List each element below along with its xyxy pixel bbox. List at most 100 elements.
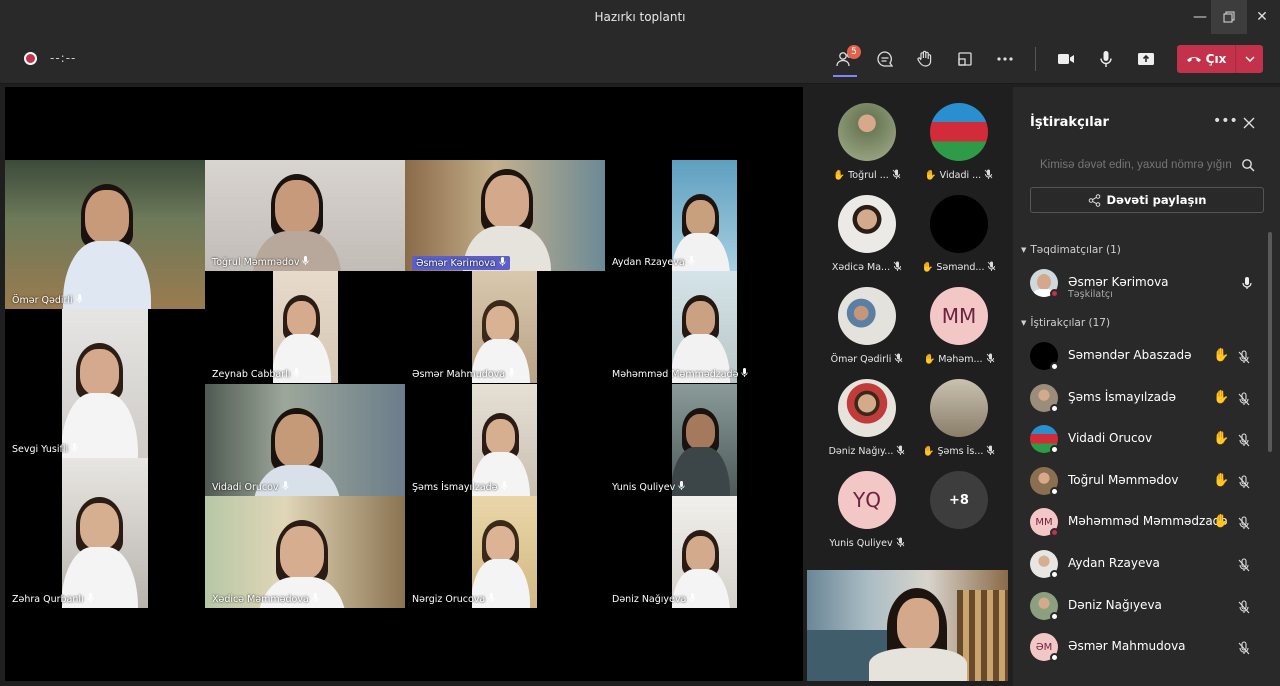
raised-hand-icon: ✋	[923, 354, 936, 365]
video-tile-name: Nərgiz Orucova	[412, 593, 495, 605]
panel-more-icon[interactable]: •••	[1213, 113, 1238, 129]
more-actions-button[interactable]	[990, 44, 1020, 74]
video-tile[interactable]	[672, 271, 737, 383]
presence-status-icon	[1050, 362, 1059, 371]
video-tile[interactable]	[205, 496, 405, 608]
participant-card[interactable]: YQ Yunis Quliyev	[822, 471, 912, 561]
participant-card[interactable]: Dəniz Nağıy...	[822, 379, 912, 469]
self-view-video[interactable]	[807, 570, 1008, 681]
restore-icon[interactable]	[1211, 0, 1247, 34]
video-tile[interactable]	[672, 496, 737, 608]
attendee-row[interactable]: Dəniz Nağıyeva	[1030, 589, 1262, 623]
attendee-row[interactable]: MM Məhəmməd Məmmədzadə ✋	[1030, 505, 1262, 539]
microphone-icon	[500, 481, 508, 493]
participant-name: Zəhra Qurbanlı	[12, 593, 84, 605]
video-tile[interactable]	[62, 458, 148, 608]
microphone-icon	[498, 257, 506, 269]
video-tile[interactable]	[472, 384, 537, 496]
video-tile-name: Zeynab Cabbarlı	[212, 368, 300, 380]
video-tile-name: Yunis Quliyev	[612, 481, 685, 493]
presenter-row[interactable]: Əsmər Kərimova Təşkilatçı	[1030, 266, 1262, 300]
participant-card[interactable]: Ömər Qədirli	[822, 287, 912, 377]
presenters-header: Təqdimatçılar (1)	[1030, 244, 1121, 256]
video-tile[interactable]	[472, 271, 537, 383]
recording-icon	[24, 52, 37, 65]
microphone-icon	[293, 368, 300, 380]
camera-button[interactable]	[1051, 44, 1081, 74]
video-tile[interactable]	[62, 309, 148, 458]
presenter-role: Təşkilatçı	[1068, 289, 1113, 300]
microphone-button[interactable]	[1091, 44, 1121, 74]
raised-hand-icon: ✋	[922, 446, 935, 457]
avatar-initials: YQ	[838, 471, 896, 529]
attendee-row[interactable]: Vidadi Orucov ✋	[1030, 422, 1262, 456]
caret-down-icon: ▼	[1021, 319, 1027, 327]
attendee-row[interactable]: ƏM Əsmər Mahmudova	[1030, 630, 1262, 664]
participant-card[interactable]: ✋ Vidadi ...	[914, 103, 1004, 193]
attendee-row[interactable]: Toğrul Məmmədov ✋	[1030, 464, 1262, 498]
participant-card-label: ✋ Vidadi ...	[914, 169, 1004, 182]
microphone-muted-icon	[1237, 640, 1251, 655]
window-title: Hazırkı toplantı	[594, 10, 686, 24]
participant-name: Dəniz Nağıy...	[828, 446, 894, 457]
participant-name: Toğrul ...	[848, 170, 889, 181]
microphone-icon	[1242, 277, 1252, 289]
participant-name: Şəms İsmayılzadə	[412, 481, 498, 493]
share-screen-button[interactable]	[1131, 44, 1161, 74]
video-tile[interactable]	[205, 384, 405, 496]
participant-card[interactable]: ✋ Şəms İs...	[914, 379, 1004, 469]
microphone-muted-icon	[1237, 432, 1251, 447]
video-tile[interactable]	[672, 160, 737, 271]
microphone-muted-icon	[1237, 599, 1251, 613]
presenters-section-toggle[interactable]: ▼ Təqdimatçılar (1)	[1021, 244, 1121, 256]
participant-card-label: ✋ Toğrul ...	[822, 169, 912, 182]
participant-card-label: Dəniz Nağıy...	[822, 445, 912, 458]
raised-hand-icon: ✋	[1213, 514, 1230, 530]
attendee-row[interactable]: Şəms İsmayılzadə ✋	[1030, 381, 1262, 415]
presence-status-icon	[1050, 570, 1059, 579]
participant-card[interactable]: MM ✋ Məhəm...	[914, 287, 1004, 377]
raise-hand-button[interactable]	[910, 44, 940, 74]
search-icon[interactable]	[1241, 158, 1255, 172]
presence-status-icon	[1050, 528, 1059, 538]
leave-options-button[interactable]	[1236, 45, 1263, 73]
invite-search-input[interactable]	[1030, 153, 1262, 177]
chevron-down-icon	[1245, 56, 1254, 62]
chat-button[interactable]	[870, 44, 900, 74]
close-window-icon[interactable]: ✕	[1244, 0, 1280, 34]
participant-card[interactable]: ✋ Toğrul ...	[822, 103, 912, 193]
video-tile[interactable]	[205, 160, 405, 271]
video-tile-name: Məhəmməd Məmmədzadə	[612, 368, 749, 380]
raised-hand-icon: ✋	[1213, 348, 1230, 363]
participant-card-label: Ömər Qədirli	[822, 353, 912, 366]
participant-name: Səmənd...	[936, 262, 985, 273]
microphone-muted-icon	[893, 261, 902, 274]
video-tile[interactable]	[405, 160, 605, 271]
attendee-row[interactable]: Aydan Rzayeva	[1030, 547, 1262, 581]
participant-card[interactable]: Xədicə Ma...	[822, 195, 912, 285]
avatar-initials: MM	[930, 287, 988, 345]
microphone-muted-icon	[894, 353, 903, 366]
participant-card[interactable]: +8	[914, 471, 1004, 561]
attendee-name: Əsmər Mahmudova	[1068, 639, 1186, 654]
breakout-rooms-button[interactable]	[950, 44, 980, 74]
participant-card[interactable]: ✋ Səmənd...	[914, 195, 1004, 285]
video-tile[interactable]	[672, 384, 737, 496]
raised-hand-icon: ✋	[833, 170, 846, 181]
participant-card-label: ✋ Məhəm...	[914, 353, 1004, 366]
attendees-section-toggle[interactable]: ▼ İştirakçılar (17)	[1021, 317, 1110, 329]
avatar	[930, 379, 988, 437]
leave-button[interactable]: Çıx	[1177, 45, 1235, 73]
participant-name: Ömər Qədirli	[830, 354, 892, 365]
presenter-name: Əsmər Kərimova	[1068, 275, 1169, 289]
share-invite-button[interactable]: Dəvəti paylaşın	[1030, 187, 1264, 213]
chat-icon	[877, 51, 894, 67]
video-tile[interactable]	[472, 496, 537, 608]
attendee-row[interactable]: Səməndər Abaszadə ✋	[1030, 339, 1262, 373]
close-panel-icon[interactable]	[1241, 115, 1257, 131]
panel-scrollbar[interactable]	[1268, 232, 1272, 452]
raised-hand-icon: ✋	[1213, 389, 1230, 405]
video-tile[interactable]	[5, 160, 205, 309]
participants-panel: İştirakçılar ••• Dəvəti paylaşın ▼ Təqdi…	[1013, 87, 1280, 686]
video-tile[interactable]	[273, 271, 338, 383]
